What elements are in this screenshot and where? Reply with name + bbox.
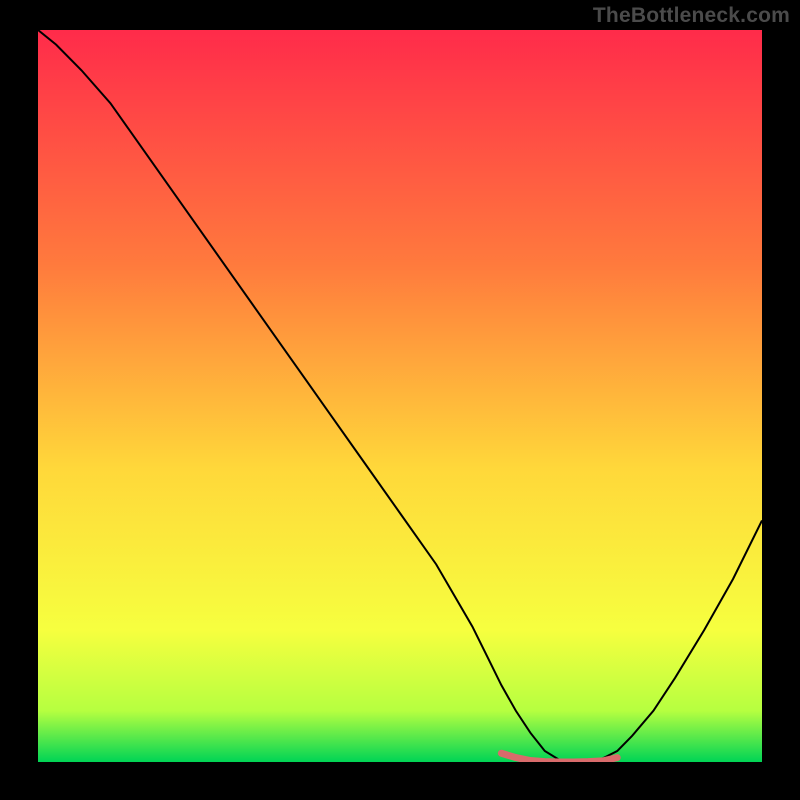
gradient-background [38,30,762,762]
watermark-label: TheBottleneck.com [593,4,790,28]
chart-frame: TheBottleneck.com [0,0,800,800]
plot-area [38,30,762,762]
plot-svg [38,30,762,762]
